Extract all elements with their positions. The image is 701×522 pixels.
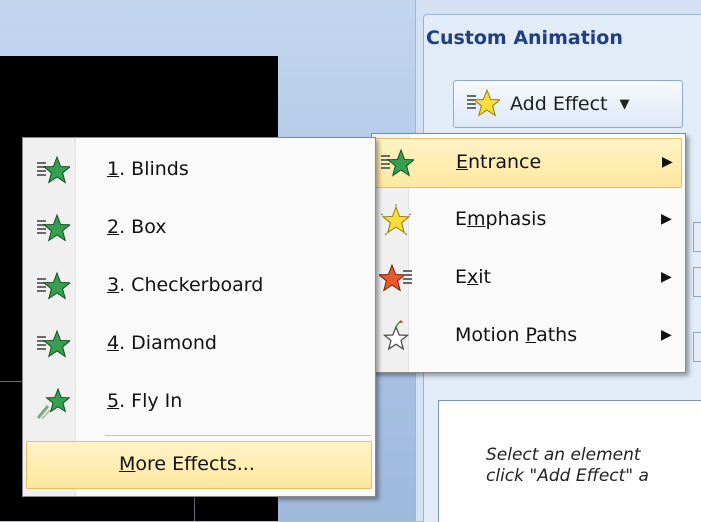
fly-in-effect-icon	[36, 387, 70, 420]
emphasis-star-icon	[380, 204, 412, 236]
mnemonic: P	[525, 324, 537, 346]
label-rest: ntrance	[468, 151, 542, 173]
label-pre: Motion	[455, 324, 526, 346]
mnemonic: M	[119, 453, 136, 475]
pane-button-partial[interactable]	[693, 332, 701, 362]
menu-item-label: 5. Fly In	[107, 390, 182, 412]
menu-item-emphasis[interactable]: Emphasis ▶	[375, 196, 682, 246]
menu-item-label: 3. Checkerboard	[107, 274, 263, 296]
menu-item-label: 1. Blinds	[107, 158, 189, 180]
dropdown-arrow-icon: ▼	[619, 96, 630, 112]
label-rest: ore Effects...	[135, 453, 255, 475]
menu-item-label: More Effects...	[119, 453, 255, 475]
menu-item-emphasis-label: Emphasis	[455, 208, 546, 230]
menu-item-exit[interactable]: Exit ▶	[375, 254, 682, 304]
menu-item-exit-label: Exit	[455, 266, 491, 288]
add-effect-button[interactable]: Add Effect ▼	[453, 80, 683, 128]
menu-item-label: 2. Box	[107, 216, 167, 238]
mnemonic: 5	[107, 390, 120, 412]
submenu-arrow-icon: ▶	[661, 269, 672, 285]
label-rest: . Diamond	[119, 332, 217, 354]
entrance-submenu: 1. Blinds 2. Box 3. Checkerboard 4. Diam…	[22, 137, 376, 497]
blinds-effect-icon	[37, 155, 70, 184]
add-effect-menu: Entrance ▶ Emphasis ▶ Exit ▶ Motion Path…	[371, 133, 686, 373]
add-effect-label: Add Effect	[510, 93, 608, 115]
menu-item-entrance[interactable]: Entrance ▶	[375, 138, 682, 188]
label-rest: it	[478, 266, 491, 288]
mnemonic: 3	[107, 274, 120, 296]
menu-item-motion-paths[interactable]: Motion Paths ▶	[375, 312, 682, 362]
label-pre: E	[455, 266, 468, 288]
label-rest: . Fly In	[119, 390, 183, 412]
label-rest: . Checkerboard	[119, 274, 264, 296]
mnemonic: E	[456, 151, 469, 173]
exit-star-icon	[379, 263, 412, 292]
menu-item-box[interactable]: 2. Box	[26, 204, 372, 254]
pane-button-partial[interactable]	[693, 267, 701, 297]
label-rest: . Box	[119, 216, 167, 238]
entrance-star-icon	[381, 148, 414, 177]
checkerboard-effect-icon	[37, 271, 70, 300]
label-rest: phasis	[485, 208, 547, 230]
label-rest: aths	[536, 324, 578, 346]
menu-item-diamond[interactable]: 4. Diamond	[26, 320, 372, 370]
submenu-arrow-icon: ▶	[661, 211, 672, 227]
submenu-arrow-icon: ▶	[662, 154, 673, 170]
pane-button-partial[interactable]	[693, 222, 701, 252]
menu-item-more-effects[interactable]: More Effects...	[26, 441, 372, 489]
mnemonic: 1	[107, 158, 120, 180]
menu-item-fly-in[interactable]: 5. Fly In	[26, 378, 372, 428]
mnemonic: 4	[107, 332, 120, 354]
add-effect-star-icon	[467, 88, 500, 117]
mnemonic: x	[467, 266, 479, 288]
menu-separator	[105, 435, 371, 436]
menu-item-motion-paths-label: Motion Paths	[455, 324, 577, 346]
mnemonic: 2	[107, 216, 120, 238]
menu-item-label: 4. Diamond	[107, 332, 217, 354]
hint-line-2: click "Add Effect" a	[486, 466, 649, 486]
motion-path-star-icon	[382, 320, 410, 351]
menu-item-blinds[interactable]: 1. Blinds	[26, 146, 372, 196]
menu-item-checkerboard[interactable]: 3. Checkerboard	[26, 262, 372, 312]
hint-line-1: Select an element	[486, 445, 641, 465]
pane-title: Custom Animation	[426, 27, 623, 49]
animation-list[interactable]: Select an element click "Add Effect" a	[438, 400, 701, 522]
animation-list-hint: Select an element click "Add Effect" a	[486, 445, 649, 487]
box-effect-icon	[37, 213, 70, 242]
label-pre: E	[455, 208, 468, 230]
diamond-effect-icon	[37, 329, 70, 358]
mnemonic: m	[467, 208, 486, 230]
submenu-arrow-icon: ▶	[661, 327, 672, 343]
menu-item-entrance-label: Entrance	[456, 151, 541, 173]
label-rest: . Blinds	[119, 158, 189, 180]
